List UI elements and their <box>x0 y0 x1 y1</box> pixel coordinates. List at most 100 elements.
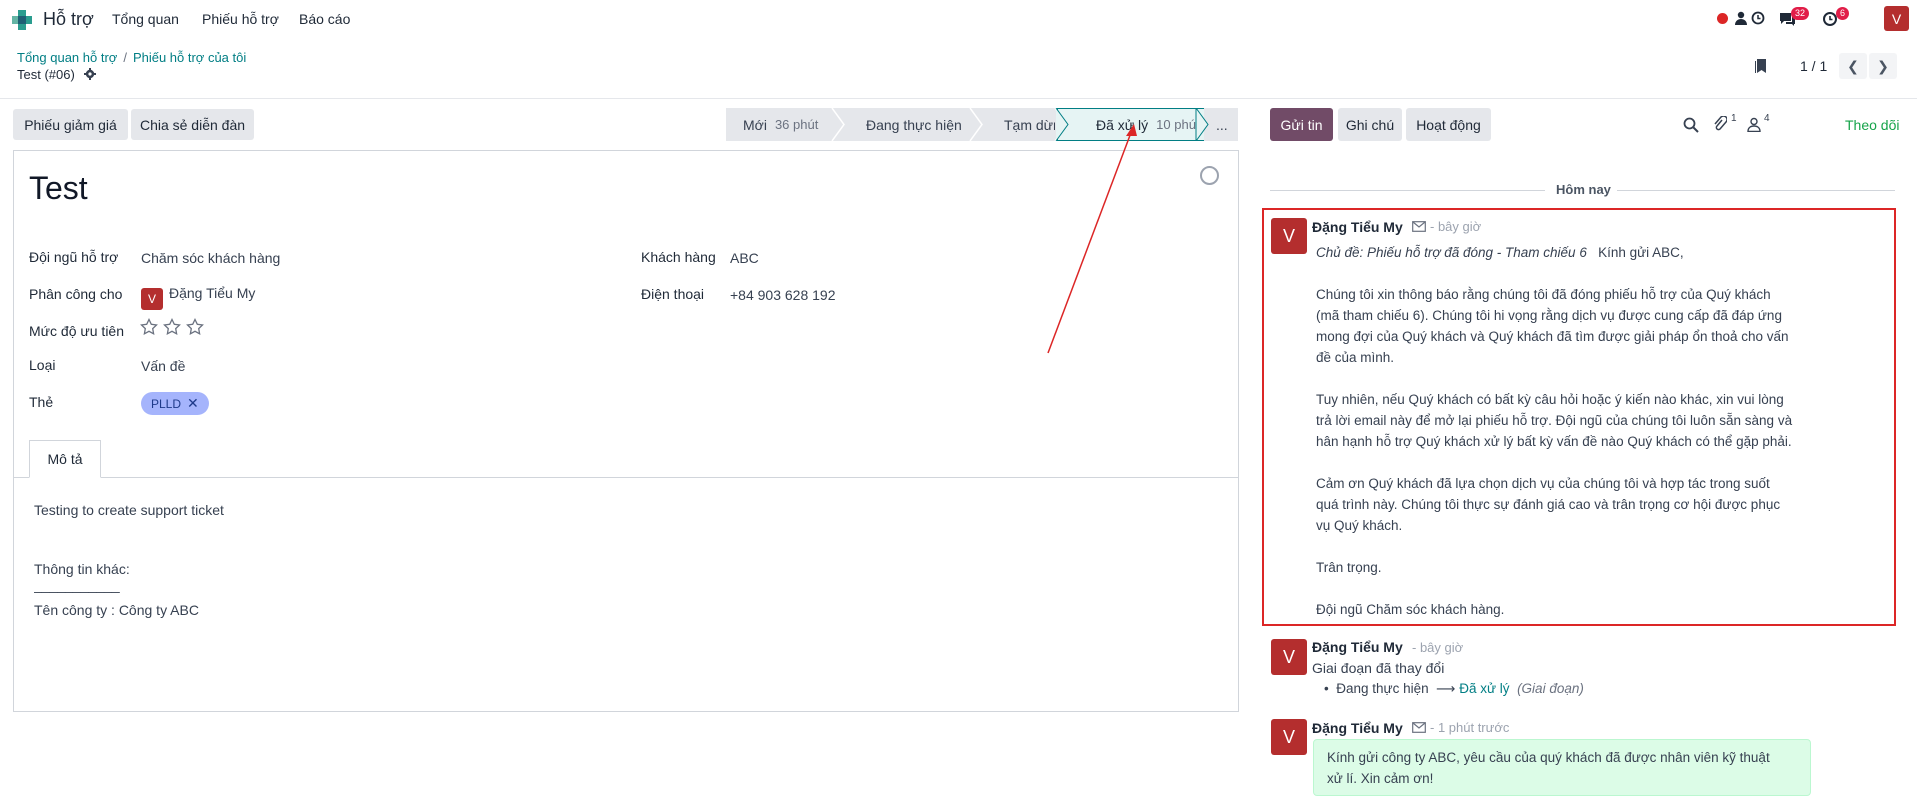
message-1-p2-l3: hân hạnh hỗ trợ Quý khách xử lý bất kỳ v… <box>1316 434 1792 449</box>
message-1-p3-l1: Cảm ơn Quý khách đã lựa chọn dịch vụ của… <box>1316 476 1770 491</box>
follower-count: 4 <box>1764 113 1770 124</box>
message-1-spacer-2 <box>1316 368 1792 389</box>
user-status-icon[interactable] <box>1734 11 1748 25</box>
team-label: Đội ngũ hỗ trợ <box>29 249 119 265</box>
description-line-4[interactable]: Tên công ty : Công ty ABC <box>34 602 199 618</box>
message-1-p2-l2: trả lời email này để mở lại phiếu hỗ trợ… <box>1316 413 1793 428</box>
stage-resolved-arrow <box>1195 108 1209 141</box>
stage-arrows <box>831 108 1209 141</box>
star-3-icon[interactable] <box>186 317 204 336</box>
message-1-time: - bây giờ <box>1430 219 1482 234</box>
pager-next-button[interactable]: ❯ <box>1869 53 1897 79</box>
user-avatar[interactable]: V <box>1884 6 1909 31</box>
message-3-time: - 1 phút trước <box>1430 720 1510 735</box>
description-line-2[interactable]: Thông tin khác: <box>34 561 130 577</box>
stage-statusbar: Mới 36 phút Đang thực hiện Tạm dừng Đã xử… <box>726 108 1238 141</box>
message-1-p2-l1: Tuy nhiên, nếu Quý khách có bất kỳ câu h… <box>1316 392 1784 407</box>
bookmark-icon[interactable] <box>1754 58 1768 74</box>
app-name[interactable]: Hỗ trợ <box>43 9 94 30</box>
message-1-header-line: Chủ đề: Phiếu hỗ trợ đã đóng - Tham chiế… <box>1316 242 1792 263</box>
priority-stars[interactable] <box>140 317 210 339</box>
nav-tickets[interactable]: Phiếu hỗ trợ <box>202 11 279 27</box>
message-2-avatar[interactable]: V <box>1271 639 1307 675</box>
customer-field[interactable]: ABC <box>730 250 759 266</box>
assignee-avatar: V <box>141 288 163 310</box>
message-1-p3-l3: vụ Quý khách. <box>1316 518 1403 533</box>
envelope-icon <box>1412 722 1426 733</box>
recording-dot-icon[interactable] <box>1717 13 1728 24</box>
message-1-spacer-3 <box>1316 452 1792 473</box>
pager-value[interactable]: 1 / 1 <box>1800 58 1827 74</box>
message-1-avatar[interactable]: V <box>1271 218 1307 254</box>
description-line-3[interactable]: ___________ <box>34 580 120 594</box>
phone-label: Điện thoại <box>641 286 705 302</box>
tag-plld[interactable]: PLLD ✕ <box>141 392 209 415</box>
message-3-line-2: xử lí. Xin cảm ơn! <box>1327 771 1434 786</box>
message-1-signature: Đội ngũ Chăm sóc khách hàng. <box>1316 602 1505 617</box>
message-3-body: Kính gửi công ty ABC, yêu cầu của quý kh… <box>1327 747 1770 789</box>
breadcrumb-my-tickets-link[interactable]: Phiếu hỗ trợ của tôi <box>133 50 246 65</box>
message-1-spacer-1 <box>1316 263 1792 284</box>
send-message-button[interactable]: Gửi tin <box>1270 108 1333 141</box>
envelope-icon <box>1412 221 1426 232</box>
phone-field[interactable]: +84 903 628 192 <box>730 287 836 303</box>
customer-label: Khách hàng <box>641 249 716 265</box>
type-field[interactable]: Vấn đề <box>141 358 185 374</box>
paperclip-icon[interactable] <box>1713 116 1727 133</box>
message-1-subject: Chủ đề: Phiếu hỗ trợ đã đóng - Tham chiế… <box>1316 245 1587 260</box>
team-field[interactable]: Chăm sóc khách hàng <box>141 250 280 266</box>
date-divider-right <box>1617 190 1895 191</box>
pager-previous-button[interactable]: ❮ <box>1839 53 1867 79</box>
helpdesk-logo-icon[interactable] <box>10 8 34 32</box>
message-1-p1-l1: Chúng tôi xin thông báo rằng chúng tôi đ… <box>1316 287 1771 302</box>
star-2-icon[interactable] <box>163 317 181 336</box>
search-icon[interactable] <box>1683 117 1699 133</box>
follow-button[interactable]: Theo dõi <box>1845 117 1899 133</box>
stage-arrow-2 <box>969 108 983 141</box>
nav-reports[interactable]: Báo cáo <box>299 11 350 27</box>
chevron-left-icon: ❮ <box>1847 57 1859 74</box>
message-3-line-1: Kính gửi công ty ABC, yêu cầu của quý kh… <box>1327 750 1770 765</box>
stage-change-item: • Đang thực hiện ⟶ Đã xử lý (Giai đoạn) <box>1324 681 1584 697</box>
message-1-p1-l3: mong đợi của Quý khách và Quý khách đã t… <box>1316 329 1789 344</box>
share-forum-button[interactable]: Chia sẻ diễn đàn <box>131 109 254 140</box>
breadcrumb: Tổng quan hỗ trợ / Phiếu hỗ trợ của tôi <box>17 50 246 65</box>
clock-icon[interactable] <box>1751 11 1765 25</box>
ticket-title[interactable]: Test <box>29 170 88 207</box>
message-2-author[interactable]: Đặng Tiểu My <box>1312 639 1403 655</box>
message-1-regards: Trân trọng. <box>1316 560 1382 575</box>
type-label: Loại <box>29 357 56 373</box>
nav-overview[interactable]: Tổng quan <box>112 11 179 27</box>
assignee-name: Đặng Tiểu My <box>169 285 256 301</box>
log-note-button[interactable]: Ghi chú <box>1338 108 1402 141</box>
chevron-right-icon: ❯ <box>1877 57 1889 74</box>
breadcrumb-separator: / <box>123 50 127 65</box>
tab-description[interactable]: Mô tả <box>29 440 101 478</box>
kanban-state-icon[interactable] <box>1200 166 1219 185</box>
message-3-author[interactable]: Đặng Tiểu My <box>1312 720 1403 736</box>
top-navbar: Hỗ trợ Tổng quan Phiếu hỗ trợ Báo cáo 32… <box>0 0 1917 39</box>
chat-count-badge: 32 <box>1791 7 1810 20</box>
activity-button[interactable]: Hoạt động <box>1406 108 1491 141</box>
followers-icon[interactable] <box>1747 117 1761 132</box>
stage-arrow-1 <box>831 108 845 141</box>
notebook-tab-line <box>13 477 1239 478</box>
message-1-spacer-5 <box>1316 578 1792 599</box>
gear-icon[interactable] <box>84 68 97 80</box>
old-stage: Đang thực hiện <box>1336 681 1429 696</box>
assign-field[interactable]: V Đặng Tiểu My <box>141 285 255 310</box>
message-1-body: Chủ đề: Phiếu hỗ trợ đã đóng - Tham chiế… <box>1316 242 1792 620</box>
star-icons[interactable] <box>140 317 210 336</box>
message-2-time: - bây giờ <box>1412 640 1464 655</box>
date-divider-label: Hôm nay <box>1556 182 1611 197</box>
star-1-icon[interactable] <box>140 317 158 336</box>
activity-count-badge: 6 <box>1836 7 1850 20</box>
message-3-avatar[interactable]: V <box>1271 719 1307 755</box>
description-line-1[interactable]: Testing to create support ticket <box>34 502 224 518</box>
new-stage: Đã xử lý <box>1459 681 1510 696</box>
breadcrumb-overview-link[interactable]: Tổng quan hỗ trợ <box>17 50 117 65</box>
message-1-greeting: Kính gửi ABC, <box>1598 245 1684 260</box>
coupon-button[interactable]: Phiếu giảm giá <box>13 109 128 140</box>
tag-remove-icon[interactable]: ✕ <box>187 395 199 412</box>
message-1-author[interactable]: Đặng Tiểu My <box>1312 219 1403 235</box>
